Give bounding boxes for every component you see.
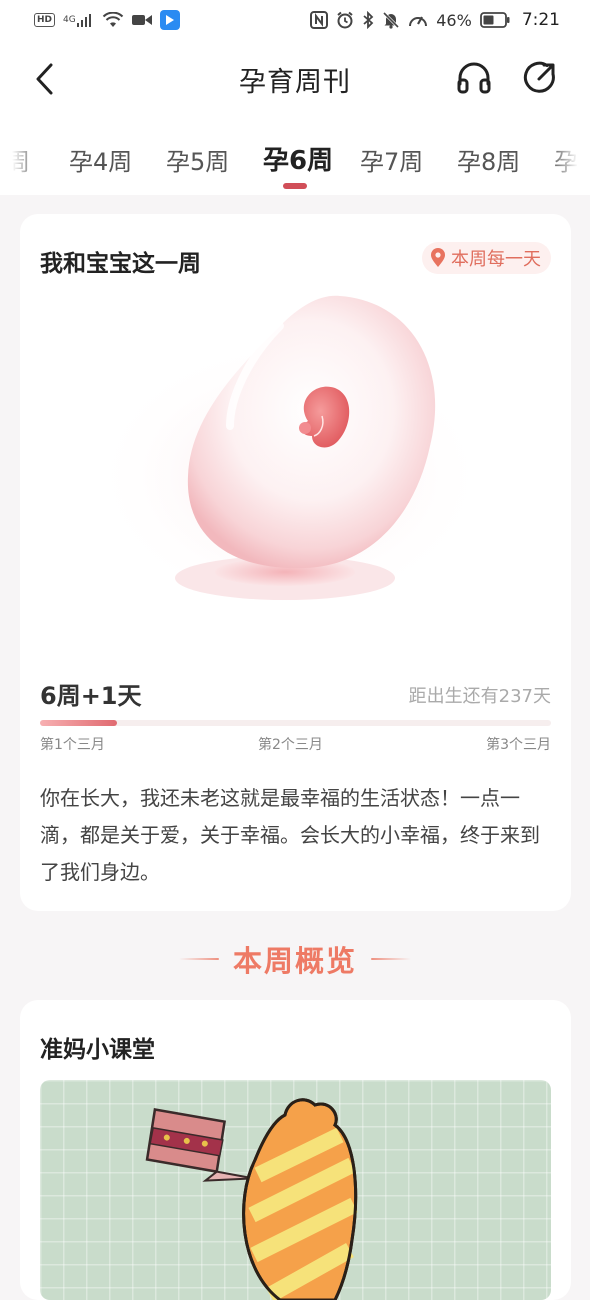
pregnancy-progress-bar xyxy=(40,720,551,726)
tab-fade-left xyxy=(0,118,40,195)
class-video-thumbnail[interactable] xyxy=(40,1080,551,1300)
page-title: 孕育周刊 xyxy=(239,67,351,98)
class-card: 准妈小课堂 xyxy=(20,1000,571,1300)
active-tab-indicator xyxy=(283,183,307,189)
location-badge[interactable]: 本周每一天 xyxy=(422,242,551,274)
location-pin-icon xyxy=(431,248,445,267)
mute-icon xyxy=(382,11,400,29)
overview-section-header: 本周概览 xyxy=(0,936,590,982)
pregnancy-progress-fill xyxy=(40,720,117,726)
headphones-icon xyxy=(457,62,491,94)
gestation-age: 6周+1天 xyxy=(40,682,142,710)
share-icon xyxy=(523,61,555,93)
header-bar: 孕育周刊 xyxy=(0,40,590,118)
signal-icon: 4G xyxy=(63,13,94,27)
audio-button[interactable] xyxy=(456,60,492,96)
wifi-icon xyxy=(102,12,124,28)
tab-week-5[interactable]: 孕5周 xyxy=(166,142,229,177)
speed-icon xyxy=(408,11,428,29)
overview-section-title: 本周概览 xyxy=(232,944,357,978)
status-bar-left: HD 4G xyxy=(34,10,180,30)
battery-icon xyxy=(479,12,510,28)
section-divider-right xyxy=(371,958,411,960)
weekly-description: 你在长大，我还未老这就是最幸福的生活状态！一点一滴，都是关于爱，关于幸福。会长大… xyxy=(40,786,540,884)
status-bar: HD 4G 46% 7:21 xyxy=(0,0,590,40)
status-bar-right: 46% 7:21 xyxy=(310,10,560,30)
location-badge-label: 本周每一天 xyxy=(451,249,541,270)
hd-icon: HD xyxy=(34,13,56,27)
share-button[interactable] xyxy=(523,60,557,96)
trimester-2-label: 第2个三月 xyxy=(258,737,323,753)
bluetooth-icon xyxy=(362,11,374,29)
week-tabs: 周 孕4周 孕5周 孕6周 孕7周 孕8周 孕 xyxy=(0,118,590,195)
embryo-illustration xyxy=(80,276,520,616)
tab-week-4[interactable]: 孕4周 xyxy=(69,142,132,177)
trimester-1-label: 第1个三月 xyxy=(40,737,105,753)
video-icon xyxy=(131,13,152,27)
clock: 7:21 xyxy=(521,10,560,30)
days-until-birth: 距出生还有237天 xyxy=(408,686,551,707)
tab-week-6[interactable]: 孕6周 xyxy=(263,140,333,177)
weekly-card-title: 我和宝宝这一周 xyxy=(40,251,201,277)
app-icon xyxy=(159,10,180,30)
network-label: 4G xyxy=(63,14,76,25)
tab-fade-right xyxy=(550,118,590,195)
battery-percent: 46% xyxy=(436,10,472,30)
tab-week-8[interactable]: 孕8周 xyxy=(457,142,520,177)
trimester-3-label: 第3个三月 xyxy=(486,737,551,753)
cartoon-illustration xyxy=(145,1098,358,1300)
tab-week-7[interactable]: 孕7周 xyxy=(360,142,423,177)
nfc-icon xyxy=(310,11,329,29)
weekly-card: 我和宝宝这一周 本周每一天 6周+1天 距出生还有237天 第1个三月 第2个三… xyxy=(20,214,571,911)
class-card-title: 准妈小课堂 xyxy=(40,1037,155,1063)
section-divider-left xyxy=(178,958,219,960)
alarm-icon xyxy=(336,11,354,29)
